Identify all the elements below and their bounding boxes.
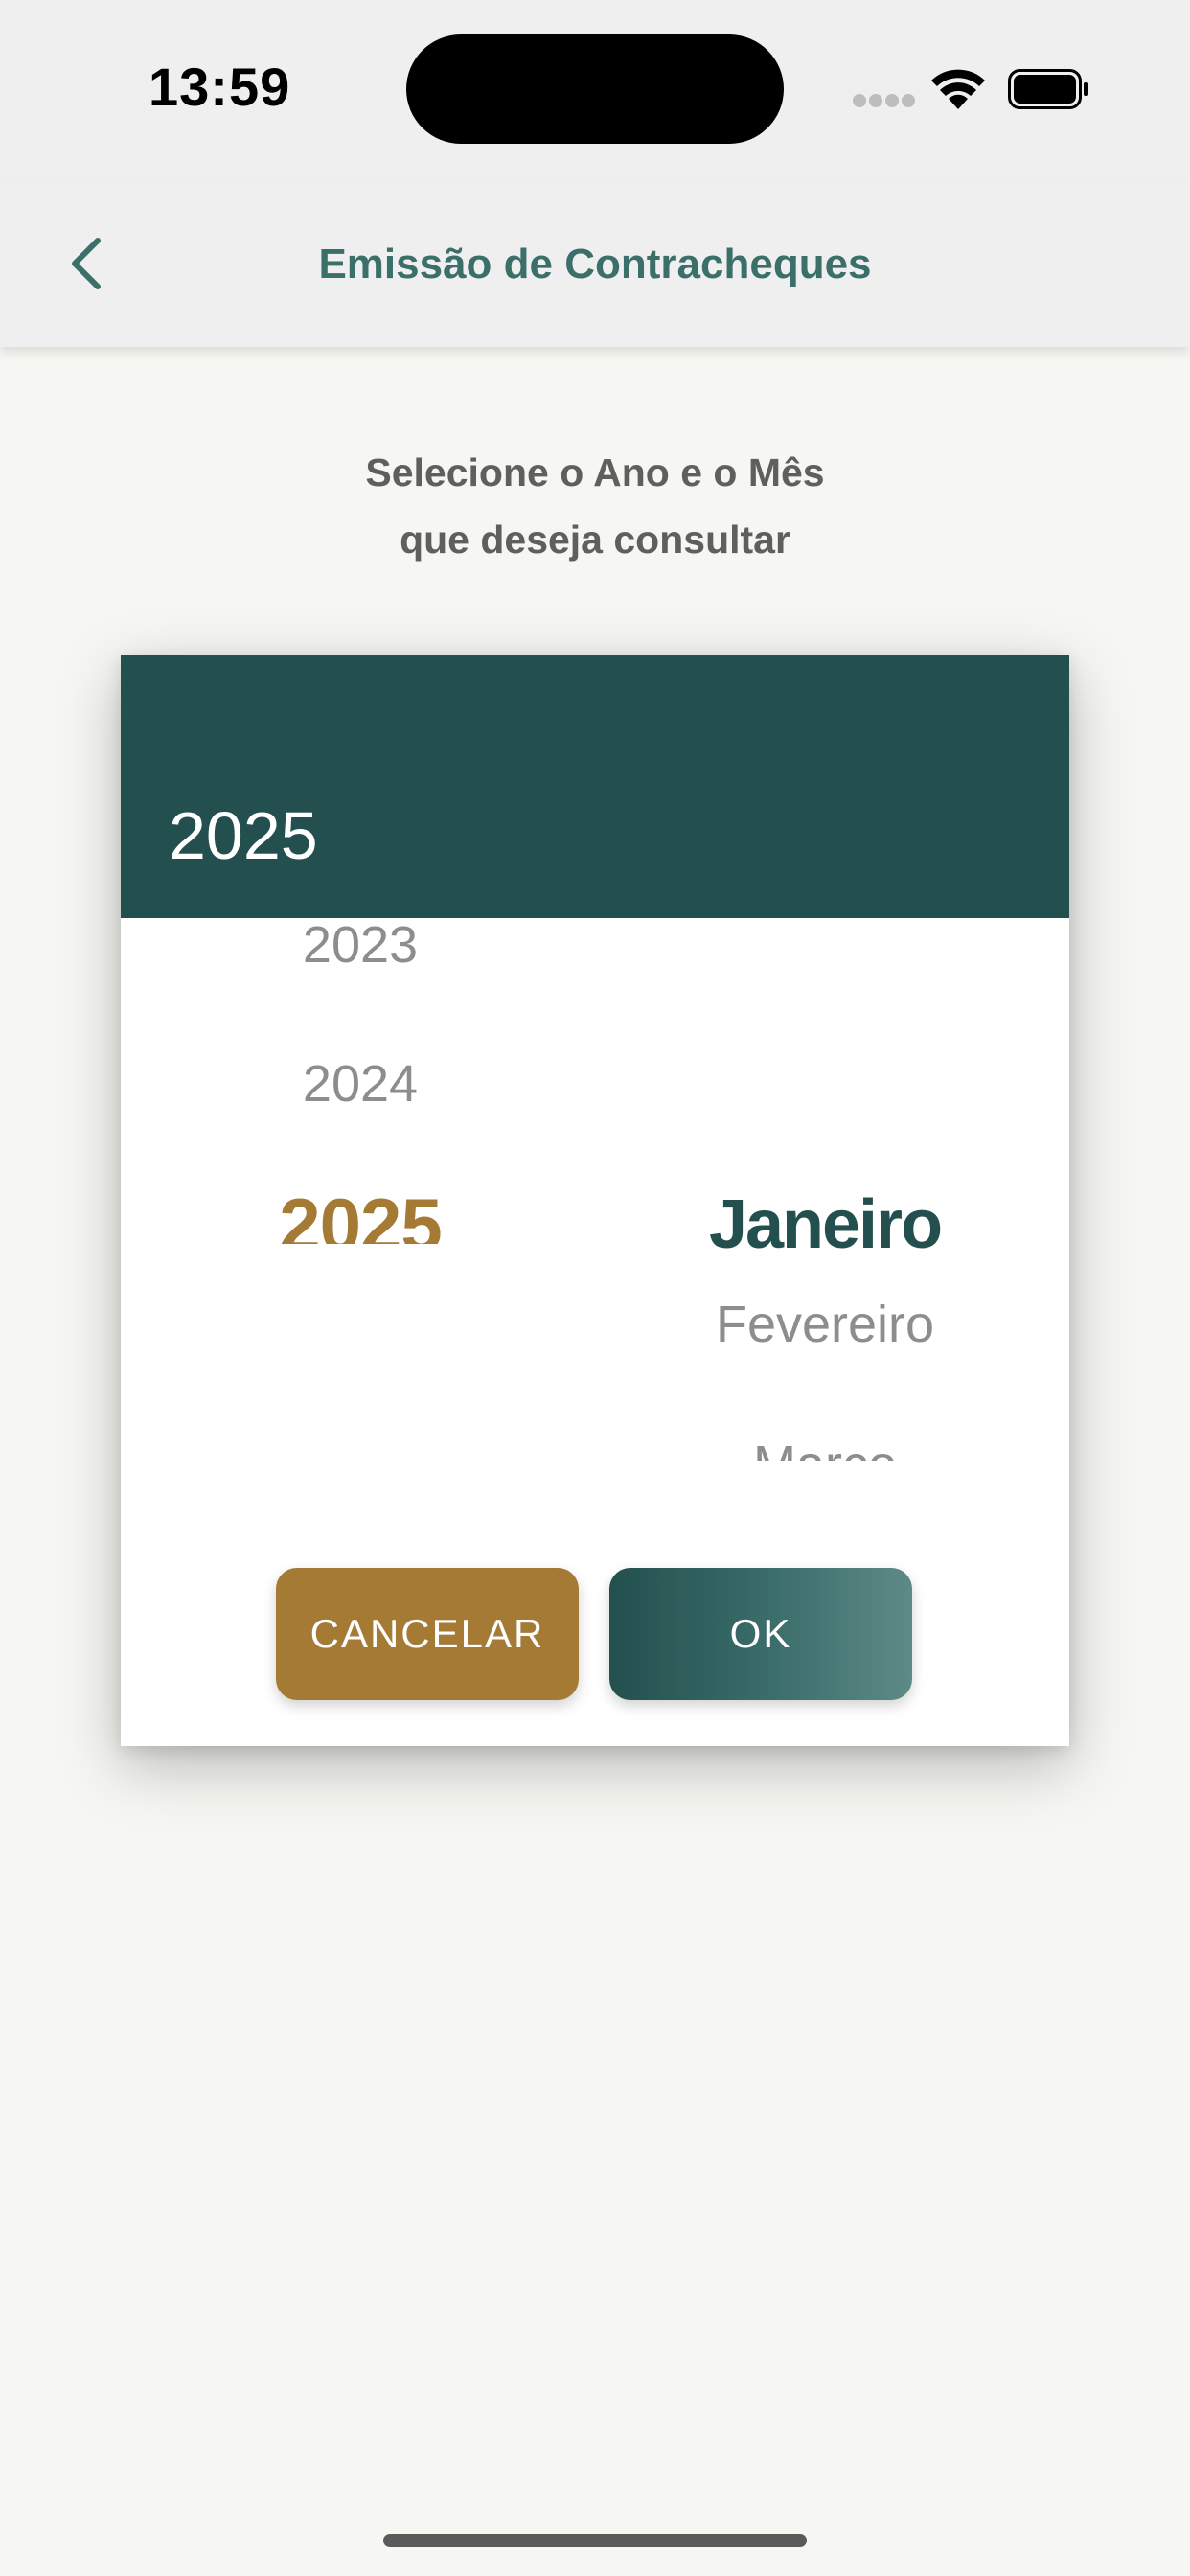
- year-picker[interactable]: 2023 2024 2025: [207, 918, 514, 1244]
- month-option-selected[interactable]: Janeiro: [619, 1177, 1031, 1273]
- cancel-button[interactable]: CANCELAR: [276, 1568, 579, 1700]
- selected-year-display: 2025: [169, 798, 318, 873]
- year-option-selected[interactable]: 2025: [207, 1177, 514, 1244]
- instruction-line-1: Selecione o Ano e o Mês: [365, 450, 825, 494]
- status-bar: 13:59: [0, 0, 1190, 182]
- nav-header: Emissão de Contracheques: [0, 182, 1190, 347]
- month-picker-spacer: [619, 656, 1031, 1000]
- battery-icon: [1008, 69, 1088, 109]
- month-picker[interactable]: Janeiro Fevereiro Marco: [619, 1116, 1031, 1460]
- status-time: 13:59: [149, 57, 291, 117]
- cellular-signal-icon: [853, 94, 916, 109]
- page-title: Emissão de Contracheques: [318, 241, 872, 288]
- wifi-icon: [931, 69, 985, 109]
- instruction-text: Selecione o Ano e o Mês que deseja consu…: [0, 439, 1190, 573]
- dynamic-island: [406, 34, 784, 144]
- month-option[interactable]: Fevereiro: [619, 1286, 1031, 1363]
- year-option[interactable]: 2024: [207, 1046, 514, 1122]
- year-option[interactable]: 2023: [207, 918, 514, 983]
- instruction-line-2: que deseja consultar: [400, 518, 790, 562]
- home-indicator[interactable]: [383, 2534, 807, 2547]
- ok-button[interactable]: OK: [609, 1568, 912, 1700]
- date-picker-dialog: 2025 2023 2024 2025 Janeiro Fevereiro Ma…: [121, 656, 1069, 1746]
- month-option[interactable]: Marco: [619, 1426, 1031, 1460]
